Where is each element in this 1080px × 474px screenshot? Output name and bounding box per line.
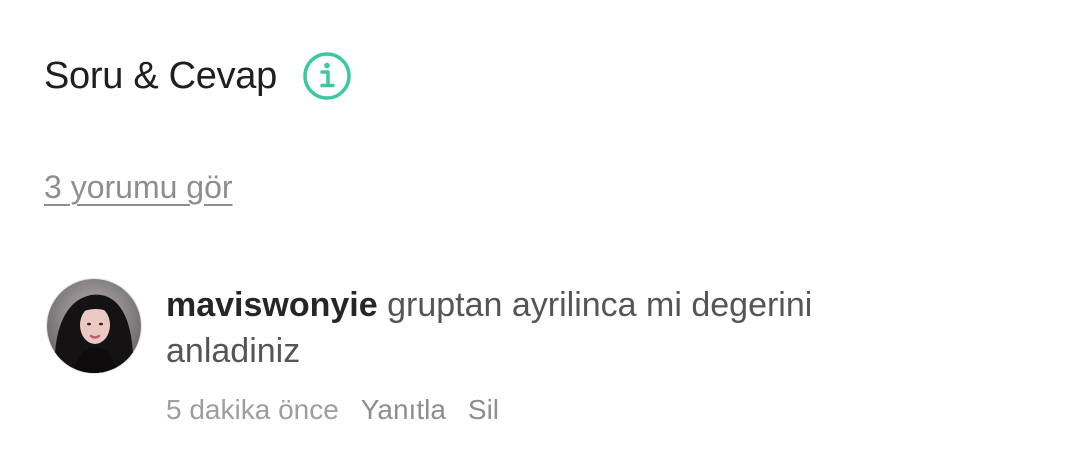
- see-all-comments-link[interactable]: 3 yorumu gör: [44, 166, 233, 208]
- reply-button[interactable]: Yanıtla: [361, 392, 446, 428]
- section-header: Soru & Cevap: [44, 50, 353, 102]
- delete-button[interactable]: Sil: [468, 392, 499, 428]
- section-title: Soru & Cevap: [44, 55, 277, 97]
- comment-text-block: maviswonyie gruptan ayrilinca mi degerin…: [166, 282, 926, 374]
- comment-body: maviswonyie gruptan ayrilinca mi degerin…: [166, 282, 926, 428]
- comment-meta: 5 dakika önce Yanıtla Sil: [166, 392, 926, 428]
- avatar[interactable]: [46, 278, 142, 374]
- comment-username[interactable]: maviswonyie: [166, 286, 378, 324]
- info-icon[interactable]: [301, 50, 353, 102]
- comment-timestamp: 5 dakika önce: [166, 394, 339, 425]
- avatar-photo-icon: [47, 279, 141, 373]
